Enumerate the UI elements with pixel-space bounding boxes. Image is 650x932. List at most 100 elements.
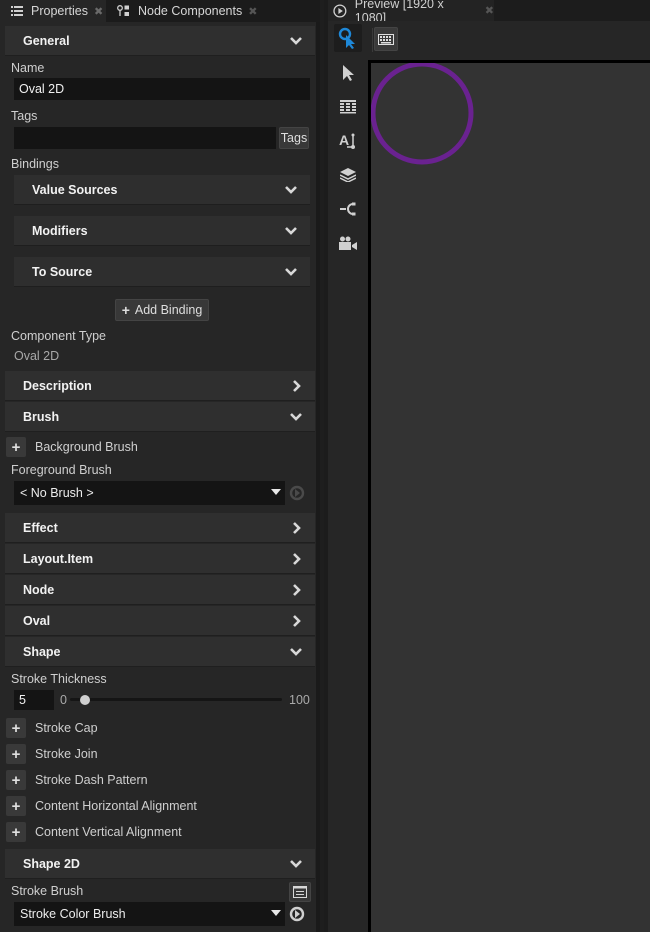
left-tab-bar: Properties ✖ Node Components ✖: [0, 0, 320, 22]
tab-properties[interactable]: Properties ✖: [0, 0, 106, 22]
editor-icon: [293, 886, 307, 898]
slider-max-label: 100: [289, 693, 310, 707]
binding-section-modifiers[interactable]: Modifiers: [14, 216, 310, 246]
select-tool-button[interactable]: [334, 59, 362, 87]
chevron-right-icon: [293, 584, 301, 596]
properties-panel: Properties ✖ Node Components ✖ General N…: [0, 0, 320, 932]
section-brush[interactable]: Brush: [5, 402, 315, 432]
plus-icon: +: [11, 771, 21, 789]
section-layout-item[interactable]: Layout.Item: [5, 544, 315, 574]
stroke-thickness-slider[interactable]: [70, 698, 282, 701]
tags-field[interactable]: [14, 127, 276, 149]
add-content-horizontal-alignment-button[interactable]: +: [6, 796, 26, 816]
section-shape-2d[interactable]: Shape 2D: [5, 849, 315, 879]
foreground-brush-dropdown[interactable]: < No Brush >: [14, 481, 285, 505]
stroke-join-label: Stroke Join: [35, 747, 98, 761]
stroke-brush-dropdown[interactable]: Stroke Color Brush: [14, 902, 285, 926]
name-label: Name: [11, 61, 45, 75]
dropdown-arrow-icon: [271, 489, 281, 495]
content-horizontal-alignment-label: Content Horizontal Alignment: [35, 799, 197, 813]
chevron-right-icon: [293, 615, 301, 627]
component-type-value: Oval 2D: [14, 349, 60, 363]
chevron-down-icon: [290, 413, 302, 421]
layers-icon: [340, 168, 356, 182]
layers-tool-button[interactable]: [334, 161, 362, 189]
text-layout-tool-button[interactable]: A: [334, 127, 362, 155]
connection-tool-button[interactable]: [334, 195, 362, 223]
oval-stroke: [371, 63, 474, 165]
tab-preview[interactable]: Preview [1920 x 1080] ✖: [328, 0, 494, 25]
interact-tool-button[interactable]: [334, 24, 362, 52]
close-icon[interactable]: ✖: [485, 4, 494, 17]
grid-icon: [340, 100, 356, 114]
keyboard-icon: [378, 33, 394, 45]
connection-icon: [340, 202, 356, 216]
add-stroke-join-button[interactable]: +: [6, 744, 26, 764]
preview-tool-column: A: [328, 21, 368, 932]
preview-canvas[interactable]: [368, 60, 650, 932]
oval-shape[interactable]: [371, 63, 491, 183]
tab-node-components[interactable]: Node Components ✖: [106, 0, 266, 22]
plus-icon: +: [11, 438, 21, 456]
component-type-label: Component Type: [11, 329, 106, 343]
background-brush-label: Background Brush: [35, 440, 138, 454]
chevron-right-icon: [293, 553, 301, 565]
foreground-brush-label: Foreground Brush: [11, 463, 112, 477]
chevron-right-icon: [293, 522, 301, 534]
section-oval[interactable]: Oval: [5, 606, 315, 636]
list-icon: [11, 6, 23, 16]
add-background-brush-button[interactable]: +: [6, 437, 26, 457]
plus-icon: +: [11, 823, 21, 841]
chevron-down-icon: [285, 186, 297, 194]
tags-button[interactable]: Tags: [279, 127, 309, 149]
plus-icon: +: [11, 719, 21, 737]
add-binding-button[interactable]: + Add Binding: [115, 299, 209, 321]
reset-icon[interactable]: [289, 906, 305, 922]
name-field[interactable]: Oval 2D: [14, 78, 310, 100]
dropdown-arrow-icon: [271, 910, 281, 916]
plus-icon: +: [121, 302, 130, 318]
select-pointer-icon: [343, 65, 354, 81]
toolbar-separator: [372, 28, 373, 52]
svg-text:A: A: [339, 132, 349, 148]
tab-label: Node Components: [138, 4, 243, 18]
section-general[interactable]: General: [5, 26, 315, 56]
interact-pointer-icon: [338, 27, 355, 49]
close-icon[interactable]: ✖: [248, 5, 257, 18]
components-icon: [117, 5, 129, 16]
section-effect[interactable]: Effect: [5, 513, 315, 543]
slider-thumb[interactable]: [79, 695, 90, 705]
chevron-down-icon: [285, 268, 297, 276]
chevron-down-icon: [290, 648, 302, 656]
reset-icon[interactable]: [289, 485, 305, 501]
add-stroke-dash-pattern-button[interactable]: +: [6, 770, 26, 790]
close-icon[interactable]: ✖: [94, 5, 103, 18]
preview-panel: Preview [1920 x 1080] ✖ A: [324, 0, 650, 932]
section-shape[interactable]: Shape: [5, 637, 315, 667]
scrollbar[interactable]: [316, 22, 320, 932]
preview-canvas-area: [368, 58, 650, 932]
grid-tool-button[interactable]: [334, 93, 362, 121]
stroke-cap-label: Stroke Cap: [35, 721, 98, 735]
add-content-vertical-alignment-button[interactable]: +: [6, 822, 26, 842]
binding-section-value-sources[interactable]: Value Sources: [14, 175, 310, 205]
brush-editor-button[interactable]: [289, 882, 311, 902]
binding-section-to-source[interactable]: To Source: [14, 257, 310, 287]
add-stroke-cap-button[interactable]: +: [6, 718, 26, 738]
play-icon: [333, 3, 347, 18]
slider-min-label: 0: [60, 693, 67, 707]
stroke-brush-label: Stroke Brush: [11, 884, 84, 898]
section-title: General: [23, 33, 70, 48]
text-size-icon: A: [339, 132, 355, 149]
bindings-label: Bindings: [11, 157, 59, 171]
stroke-thickness-label: Stroke Thickness: [11, 672, 107, 686]
camera-icon: [339, 236, 357, 250]
name-value: Oval 2D: [19, 82, 65, 96]
camera-tool-button[interactable]: [334, 229, 362, 257]
stroke-thickness-input[interactable]: 5: [14, 690, 54, 710]
plus-icon: +: [11, 797, 21, 815]
section-node[interactable]: Node: [5, 575, 315, 605]
section-description[interactable]: Description: [5, 371, 315, 401]
stroke-dash-pattern-label: Stroke Dash Pattern: [35, 773, 148, 787]
virtual-keyboard-button[interactable]: [374, 27, 398, 51]
